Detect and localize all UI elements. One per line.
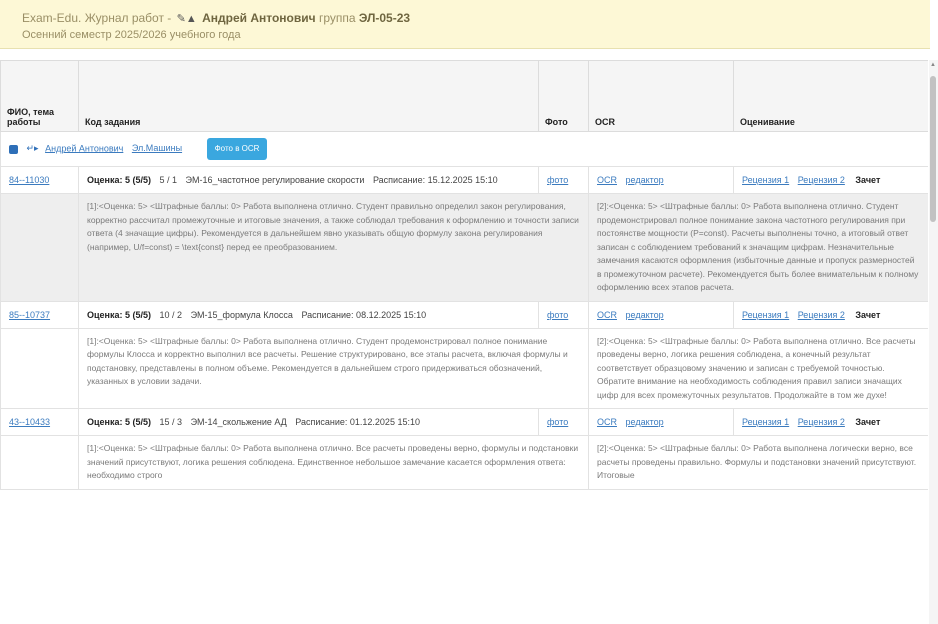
result-status: Зачет: [855, 417, 881, 427]
task-row: 43--10433 Оценка: 5 (5/5) 15 / 3 ЭМ-14_с…: [0, 408, 928, 436]
task-id-link[interactable]: 43--10433: [9, 417, 50, 427]
grade-label: Оценка: 5 (5/5): [87, 309, 151, 320]
result-status: Зачет: [855, 309, 881, 320]
task-number: 10 / 2: [159, 309, 183, 320]
review-1-link[interactable]: Рецензия 1: [742, 175, 789, 185]
photo-cell: фото: [538, 166, 589, 194]
grading-cell: Рецензия 1 Рецензия 2 Зачет: [733, 166, 928, 194]
col-header-code[interactable]: Код задания: [78, 60, 539, 132]
page-header-banner: Exam-Edu. Журнал работ - ✎▲ Андрей Антон…: [0, 0, 930, 49]
task-title: ЭМ-16_частотное регулирование скорости: [185, 175, 365, 185]
task-info-cell: Оценка: 5 (5/5) 5 / 1 ЭМ-16_частотное ре…: [78, 166, 539, 194]
review-1-comment: [1]:<Оценка: 5> <Штрафные баллы: 0> Рабо…: [78, 327, 589, 409]
review-2-link[interactable]: Рецензия 2: [798, 310, 845, 320]
select-checkbox[interactable]: [9, 144, 18, 154]
review-1-link[interactable]: Рецензия 1: [742, 310, 789, 320]
ocr-link[interactable]: OCR: [597, 175, 617, 185]
student-name-link[interactable]: Андрей Антонович: [45, 143, 123, 153]
task-row: 84--11030 Оценка: 5 (5/5) 5 / 1 ЭМ-16_ча…: [0, 166, 928, 194]
student-icon: ✎▲: [176, 13, 197, 25]
semester-subtitle: Осенний семестр 2025/2026 учебного года: [22, 29, 241, 41]
group-prefix: группа: [318, 11, 356, 25]
task-info-cell: Оценка: 5 (5/5) 15 / 3 ЭМ-14_скольжение …: [78, 408, 539, 436]
task-title: ЭМ-15_формула Клосса: [190, 309, 293, 320]
col-header-fio[interactable]: ФИО, тема работы: [0, 60, 79, 132]
review-1-link[interactable]: Рецензия 1: [742, 417, 789, 427]
task-number: 5 / 1: [159, 175, 178, 185]
ocr-link[interactable]: OCR: [597, 417, 617, 427]
photo-link[interactable]: фото: [547, 310, 568, 320]
review-1-comment: [1]:<Оценка: 5> <Штрафные баллы: 0> Рабо…: [78, 193, 589, 302]
ocr-cell: OCR редактор: [588, 300, 734, 329]
journal-table: ФИО, тема работы Код задания Фото OCR Оц…: [0, 60, 928, 490]
student-row: ↵▸ Андрей Антонович Эл.Машины Фото в OCR: [0, 131, 928, 167]
scrollbar-thumb[interactable]: [930, 76, 936, 222]
task-id-cell: 85--10737: [0, 300, 79, 329]
task-info-cell: Оценка: 5 (5/5) 10 / 2 ЭМ-15_формула Кло…: [78, 300, 539, 329]
editor-link[interactable]: редактор: [626, 175, 664, 185]
comment-spacer: [0, 327, 79, 409]
task-schedule: Расписание: 01.12.2025 15:10: [295, 417, 420, 427]
table-header-row: ФИО, тема работы Код задания Фото OCR Оц…: [0, 60, 928, 132]
comment-row: [1]:<Оценка: 5> <Штрафные баллы: 0> Рабо…: [0, 327, 928, 409]
grade-label: Оценка: 5 (5/5): [87, 417, 151, 427]
task-row: 85--10737 Оценка: 5 (5/5) 10 / 2 ЭМ-15_ф…: [0, 300, 928, 329]
task-schedule: Расписание: 08.12.2025 15:10: [301, 309, 427, 320]
task-id-cell: 84--11030: [0, 166, 79, 194]
group-name: ЭЛ-05-23: [358, 11, 411, 25]
task-schedule: Расписание: 15.12.2025 15:10: [372, 175, 498, 185]
grade-label: Оценка: 5 (5/5): [87, 175, 151, 185]
comment-row: [1]:<Оценка: 5> <Штрафные баллы: 0> Рабо…: [0, 435, 928, 490]
page-title: Exam-Edu. Журнал работ - ✎▲ Андрей Антон…: [22, 11, 410, 25]
review-1-comment: [1]:<Оценка: 5> <Штрафные баллы: 0> Рабо…: [78, 435, 589, 490]
grading-cell: Рецензия 1 Рецензия 2 Зачет: [733, 300, 928, 329]
comment-spacer: [0, 435, 79, 490]
review-2-comment: [2]:<Оценка: 5> <Штрафные баллы: 0> Рабо…: [588, 193, 928, 302]
grading-cell: Рецензия 1 Рецензия 2 Зачет: [733, 408, 928, 436]
review-2-comment: [2]:<Оценка: 5> <Штрафные баллы: 0> Рабо…: [588, 327, 928, 409]
scroll-up-arrow-icon[interactable]: ▲: [930, 62, 936, 68]
comment-spacer: [0, 193, 79, 302]
review-2-link[interactable]: Рецензия 2: [798, 417, 845, 427]
ocr-link[interactable]: OCR: [597, 310, 617, 320]
task-id-link[interactable]: 84--11030: [9, 175, 49, 185]
photo-link[interactable]: фото: [547, 417, 568, 427]
comment-row: [1]:<Оценка: 5> <Штрафные баллы: 0> Рабо…: [0, 193, 928, 302]
review-2-comment: [2]:<Оценка: 5> <Штрафные баллы: 0> Рабо…: [588, 435, 928, 490]
subject-link[interactable]: Эл.Машины: [132, 143, 182, 153]
photo-link[interactable]: фото: [547, 175, 568, 185]
editor-link[interactable]: редактор: [626, 417, 664, 427]
task-number: 15 / 3: [159, 417, 183, 427]
app-name: Exam-Edu.: [22, 11, 82, 25]
col-header-ocr[interactable]: OCR: [588, 60, 734, 132]
col-header-photo[interactable]: Фото: [538, 60, 589, 132]
task-id-cell: 43--10433: [0, 408, 79, 436]
journal-table-container[interactable]: ФИО, тема работы Код задания Фото OCR Оц…: [0, 60, 928, 624]
photo-cell: фото: [538, 300, 589, 329]
ocr-cell: OCR редактор: [588, 408, 734, 436]
photo-to-ocr-button[interactable]: Фото в OCR: [206, 138, 268, 160]
editor-link[interactable]: редактор: [626, 310, 664, 320]
task-id-link[interactable]: 85--10737: [9, 310, 50, 320]
result-status: Зачет: [855, 175, 881, 185]
task-title: ЭМ-14_скольжение АД: [190, 417, 287, 427]
col-header-grading[interactable]: Оценивание: [733, 60, 928, 132]
student-name: Андрей Антонович: [202, 11, 316, 25]
ocr-cell: OCR редактор: [588, 166, 734, 194]
journal-label: Журнал работ -: [84, 11, 172, 25]
review-2-link[interactable]: Рецензия 2: [798, 175, 845, 185]
student-cell: ↵▸ Андрей Антонович Эл.Машины Фото в OCR: [0, 131, 928, 167]
photo-cell: фото: [538, 408, 589, 436]
expand-arrow-icon[interactable]: ↵▸: [27, 143, 39, 153]
